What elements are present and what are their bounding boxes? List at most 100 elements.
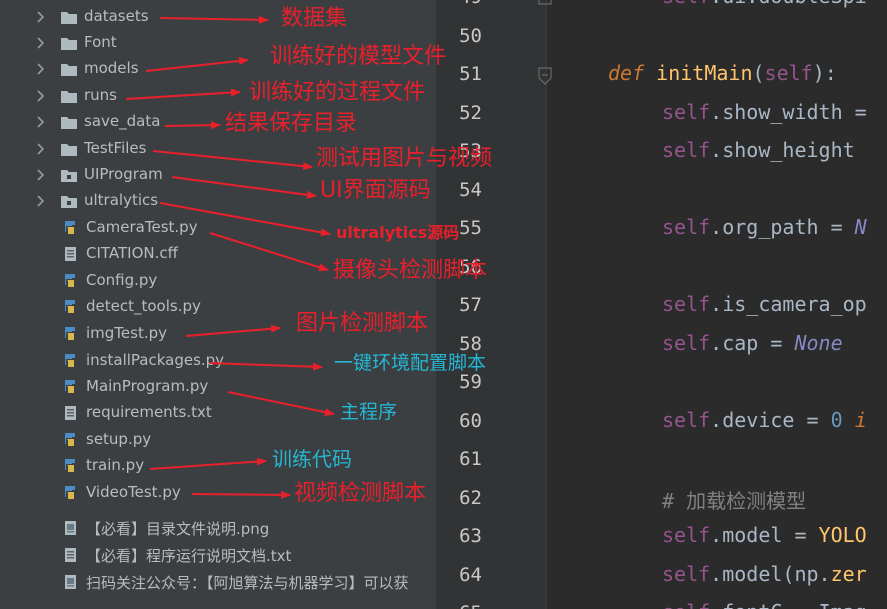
package-folder-icon: [60, 167, 78, 183]
code-token: YOLO: [818, 523, 867, 547]
code-token: .model =: [710, 523, 819, 547]
code-token: .ui.doubleSpi: [710, 0, 867, 8]
code-line[interactable]: def initMain(self):: [608, 61, 837, 85]
folder-icon: [60, 35, 78, 51]
line-number: 51: [459, 63, 482, 85]
tree-item-label: CameraTest.py: [86, 218, 198, 236]
annotation-label: 视频检测脚本: [294, 481, 427, 506]
code-line[interactable]: self.ui.doubleSpi: [662, 0, 867, 8]
python-file-icon: [62, 379, 80, 395]
chevron-right-icon[interactable]: [36, 168, 46, 182]
code-token: # 加载检测模型: [662, 488, 807, 513]
code-token: def: [608, 61, 657, 85]
code-token: initMain: [656, 61, 753, 85]
annotation-label: 训练好的模型文件: [270, 44, 447, 69]
tree-item[interactable]: save_data: [0, 110, 436, 134]
code-line[interactable]: self.is_camera_op: [662, 292, 867, 316]
annotation-label: 测试用图片与视频: [316, 146, 493, 171]
code-editor[interactable]: 4950515253545556575859606162636465 self.…: [436, 0, 887, 609]
tree-item-label: 扫码关注公众号：【阿旭算法与机器学习】可以获: [86, 574, 409, 592]
code-token: self: [662, 292, 711, 316]
chevron-right-icon[interactable]: [36, 142, 46, 156]
code-line[interactable]: self.model(np.zer: [662, 562, 867, 586]
annotation-label: ultralytics源码: [336, 223, 460, 242]
tree-item-label: imgTest.py: [86, 324, 168, 342]
tree-item[interactable]: MainProgram.py: [0, 375, 436, 399]
code-token: .model(np.: [710, 561, 831, 586]
tree-item-label: CITATION.cff: [86, 244, 178, 262]
code-token: .device =: [710, 407, 831, 432]
code-token: .is_camera_op: [710, 292, 867, 316]
annotation-label: 主程序: [340, 401, 398, 423]
annotation-label: 摄像头检测脚本: [333, 258, 488, 283]
code-token: None: [794, 330, 843, 355]
code-token: self: [662, 0, 710, 8]
package-folder-icon: [60, 193, 78, 209]
line-number: 57: [459, 294, 482, 316]
code-line[interactable]: self.show_width =: [662, 100, 879, 124]
ide-window: datasets Font models runs save_data TestFiles…: [0, 0, 887, 609]
tree-item[interactable]: 【必看】程序运行说明文档.txt: [0, 543, 436, 567]
chevron-right-icon[interactable]: [36, 89, 46, 103]
code-token: self: [662, 215, 711, 239]
chevron-right-icon[interactable]: [36, 62, 46, 76]
tree-item[interactable]: train.py: [0, 454, 436, 478]
code-token: zer: [830, 561, 867, 586]
tree-item-label: save_data: [84, 112, 161, 130]
line-number: 54: [459, 178, 482, 201]
line-number: 50: [459, 24, 482, 47]
tree-item[interactable]: 【必看】目录文件说明.png: [0, 516, 436, 540]
line-number: 59: [459, 371, 482, 393]
tree-item[interactable]: 扫码关注公众号：【阿旭算法与机器学习】可以获: [0, 570, 436, 594]
tree-item-label: models: [84, 59, 139, 77]
image-file-icon: [62, 574, 80, 590]
python-file-icon: [62, 353, 80, 369]
code-line[interactable]: self.show_height: [662, 138, 867, 162]
code-token: self: [662, 600, 710, 609]
code-line[interactable]: self.cap = None: [662, 331, 843, 355]
python-file-icon: [62, 299, 80, 315]
tree-item-label: Font: [84, 33, 117, 51]
tree-item-label: runs: [84, 86, 117, 104]
tree-item-label: ultralytics: [84, 191, 159, 209]
code-line[interactable]: # 加载检测模型: [662, 485, 806, 514]
gutter-divider: [546, 0, 547, 609]
folder-icon: [60, 9, 78, 25]
line-number-gutter: 4950515253545556575859606162636465: [436, 0, 546, 609]
code-token: self: [662, 407, 711, 432]
code-token: N: [854, 215, 867, 239]
tree-item-label: detect_tools.py: [86, 297, 201, 315]
fold-icon[interactable]: [536, 66, 554, 86]
code-line[interactable]: self.fontC = Imag: [662, 600, 867, 609]
code-line[interactable]: self.device = 0 i: [662, 408, 867, 432]
code-token: 0: [830, 407, 855, 432]
code-token: .org_path =: [710, 215, 855, 239]
code-token: self: [662, 99, 711, 124]
text-file-icon: [62, 405, 80, 421]
annotation-label: 训练好的过程文件: [249, 80, 426, 105]
tree-item-label: datasets: [84, 7, 149, 25]
annotation-label: UI界面源码: [320, 178, 431, 203]
annotation-label: 数据集: [281, 6, 348, 31]
chevron-right-icon[interactable]: [36, 10, 46, 24]
tree-item[interactable]: setup.py: [0, 428, 436, 452]
line-number: 63: [459, 525, 482, 547]
code-token: self: [662, 561, 711, 586]
code-token: .show_height: [710, 138, 867, 162]
code-line[interactable]: self.model = YOLO: [662, 523, 867, 547]
chevron-right-icon[interactable]: [36, 36, 46, 50]
fold-end-icon[interactable]: [536, 0, 554, 10]
chevron-right-icon[interactable]: [36, 194, 46, 208]
image-file-icon: [62, 520, 80, 536]
code-token: ):: [812, 61, 837, 85]
tree-item-label: 【必看】程序运行说明文档.txt: [86, 547, 292, 565]
code-line[interactable]: self.org_path = N: [662, 215, 867, 239]
tree-item-label: TestFiles: [84, 139, 147, 157]
code-token: self: [764, 61, 813, 85]
code-token: self: [662, 138, 711, 162]
chevron-right-icon[interactable]: [36, 115, 46, 129]
tree-item-label: MainProgram.py: [86, 377, 209, 395]
tree-item-label: UIProgram: [84, 165, 163, 183]
tree-item[interactable]: datasets: [0, 5, 436, 29]
annotation-label: 训练代码: [272, 447, 352, 471]
